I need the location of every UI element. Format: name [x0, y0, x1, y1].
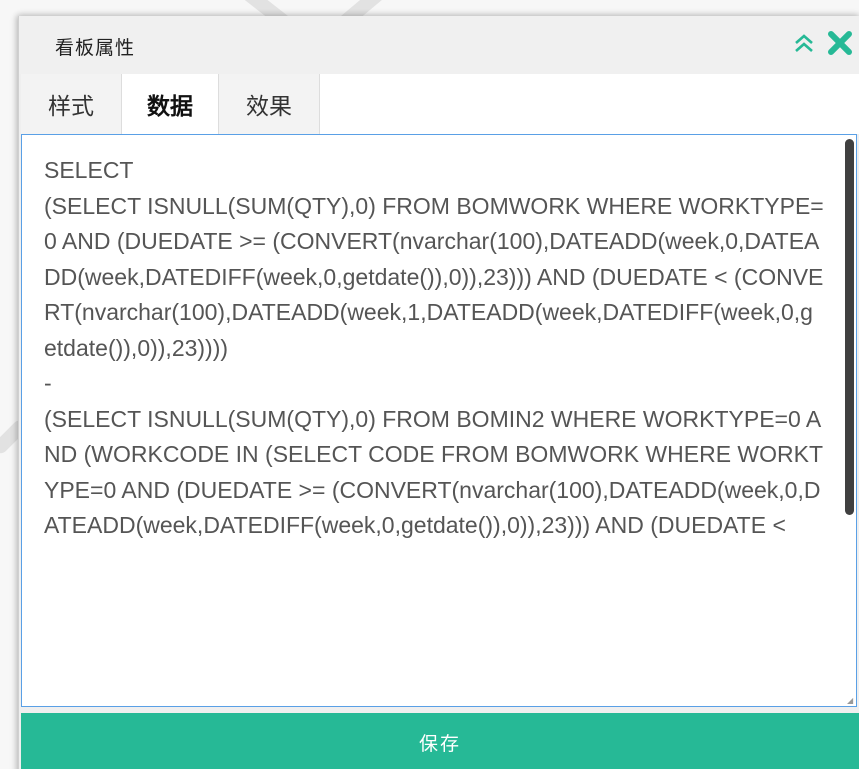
- double-chevron-up-glyph: [795, 34, 813, 52]
- header-actions: [790, 28, 854, 58]
- tab-bar: 样式 数据 效果: [21, 74, 859, 134]
- close-icon[interactable]: [826, 28, 854, 58]
- tab-effect[interactable]: 效果: [219, 74, 320, 134]
- properties-dialog: 看板属性 样式 数据 效果 SELECT (SELECT ISNULL(SUM(…: [18, 16, 859, 769]
- tab-style[interactable]: 样式: [21, 74, 122, 134]
- tab-bar-filler: [320, 74, 859, 134]
- sql-text[interactable]: SELECT (SELECT ISNULL(SUM(QTY),0) FROM B…: [44, 153, 824, 544]
- dialog-title: 看板属性: [55, 37, 136, 59]
- close-x-glyph: [828, 31, 852, 55]
- screen: 看板属性 样式 数据 效果 SELECT (SELECT ISNULL(SUM(…: [0, 0, 859, 769]
- resize-grip-icon[interactable]: ◢: [847, 697, 855, 705]
- scrollbar-thumb[interactable]: [845, 139, 854, 515]
- tab-data[interactable]: 数据: [122, 74, 219, 134]
- save-button[interactable]: 保存: [21, 713, 859, 769]
- vertical-scrollbar[interactable]: [845, 137, 854, 703]
- sql-editor[interactable]: SELECT (SELECT ISNULL(SUM(QTY),0) FROM B…: [21, 134, 857, 707]
- double-chevron-up-icon[interactable]: [790, 28, 818, 58]
- dialog-header: 看板属性: [19, 16, 859, 74]
